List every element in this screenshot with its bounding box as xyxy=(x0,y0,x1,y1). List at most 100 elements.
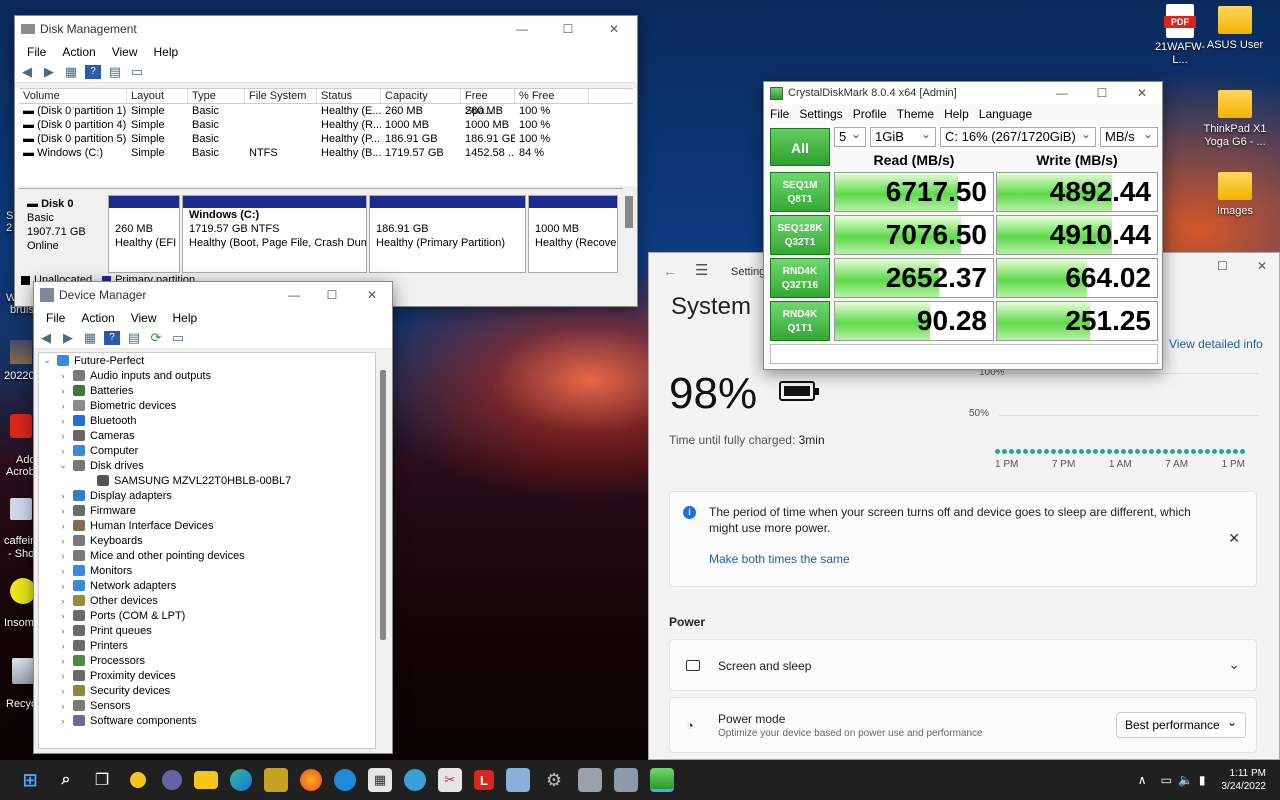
tree-root[interactable]: ⌄ Future-Perfect xyxy=(39,353,375,368)
desktop-icon-pdf[interactable]: PDF 21WAFW-L... xyxy=(1150,4,1210,67)
maximize-button[interactable]: ☐ xyxy=(1217,259,1228,273)
help-icon[interactable]: ? xyxy=(104,330,120,345)
test-button[interactable]: SEQ1M Q8T1 xyxy=(770,172,830,212)
column-capacity[interactable]: Capacity xyxy=(381,89,461,103)
column-percent-free[interactable]: % Free xyxy=(515,89,589,103)
recycle-bin-icon[interactable] xyxy=(12,658,34,684)
menu-view[interactable]: View xyxy=(104,45,146,59)
disk-management-window[interactable]: Disk Management — ☐ ✕ File Action View Hel… xyxy=(14,15,638,307)
firefox-icon[interactable] xyxy=(300,769,322,791)
test-button[interactable]: RND4K Q1T1 xyxy=(770,301,830,341)
chevron-right-icon[interactable]: › xyxy=(57,671,69,681)
chevron-right-icon[interactable]: › xyxy=(57,686,69,696)
chevron-right-icon[interactable]: › xyxy=(57,596,69,606)
maximize-button[interactable]: ☐ xyxy=(1082,82,1122,104)
tree-category[interactable]: › Printers xyxy=(39,638,375,653)
tree-category[interactable]: › Sensors xyxy=(39,698,375,713)
widgets-icon[interactable] xyxy=(126,768,150,792)
tree-category[interactable]: › Proximity devices xyxy=(39,668,375,683)
close-button[interactable]: ✕ xyxy=(1257,259,1267,273)
tree-category[interactable]: › Batteries xyxy=(39,383,375,398)
volume-row[interactable]: ▬ Windows (C:) Simple Basic NTFS Healthy… xyxy=(19,146,633,160)
size-select[interactable]: 1GiB xyxy=(870,125,936,147)
desktop-icon-asus-user[interactable]: ASUS User xyxy=(1205,6,1265,52)
minimize-button[interactable]: — xyxy=(276,282,312,308)
test-button[interactable]: RND4K Q32T16 xyxy=(770,258,830,298)
menu-settings[interactable]: Settings xyxy=(794,107,847,121)
tree-category[interactable]: › Firmware xyxy=(39,503,375,518)
properties-icon[interactable]: ▦ xyxy=(82,330,98,345)
game-app-icon[interactable] xyxy=(264,768,288,792)
battery-tray-icon[interactable]: ▮ xyxy=(1199,773,1206,787)
clock[interactable]: 1:11 PM 3/24/2022 xyxy=(1222,767,1267,793)
forward-arrow-icon[interactable]: ▶ xyxy=(41,64,57,79)
list-view-icon[interactable]: ▤ xyxy=(126,330,142,345)
volume-muted-icon[interactable]: 🔈 xyxy=(1178,773,1193,787)
hamburger-menu-icon[interactable]: ☰ xyxy=(695,261,708,279)
help-icon[interactable]: ? xyxy=(85,64,101,79)
minimize-button[interactable]: — xyxy=(499,16,545,42)
list-view-icon[interactable]: ▤ xyxy=(107,64,123,79)
chevron-right-icon[interactable]: › xyxy=(57,416,69,426)
column-type[interactable]: Type xyxy=(188,89,245,103)
file-explorer-icon[interactable] xyxy=(194,771,218,789)
menu-help[interactable]: Help xyxy=(939,107,974,121)
desktop-thumbnail-icon[interactable] xyxy=(10,340,32,364)
tree-category[interactable]: › Software components xyxy=(39,713,375,728)
close-icon[interactable]: ✕ xyxy=(1228,530,1240,547)
properties-icon[interactable]: ▦ xyxy=(63,64,79,79)
count-select[interactable]: 5 xyxy=(834,125,866,147)
tree-category[interactable]: › Processors xyxy=(39,653,375,668)
screen-and-sleep-row[interactable]: Screen and sleep ⌄ xyxy=(669,639,1257,691)
tree-category[interactable]: › Monitors xyxy=(39,563,375,578)
menu-action[interactable]: Action xyxy=(73,311,122,325)
chevron-right-icon[interactable]: › xyxy=(57,491,69,501)
partition-recovery[interactable]: 1000 MB Healthy (Recovery xyxy=(528,195,618,273)
chevron-right-icon[interactable]: › xyxy=(57,701,69,711)
column-file-system[interactable]: File System xyxy=(245,89,317,103)
menu-action[interactable]: Action xyxy=(54,45,103,59)
teams-chat-icon[interactable] xyxy=(162,770,182,790)
vertical-scrollbar[interactable] xyxy=(380,370,386,640)
close-button[interactable]: ✕ xyxy=(1122,82,1162,104)
chevron-right-icon[interactable]: › xyxy=(57,536,69,546)
close-button[interactable]: ✕ xyxy=(352,282,392,308)
chevron-right-icon[interactable]: › xyxy=(57,506,69,516)
tree-category[interactable]: ⌄ Disk drives xyxy=(39,458,375,473)
make-times-same-link[interactable]: Make both times the same xyxy=(709,552,850,566)
update-driver-icon[interactable]: ⟳ xyxy=(148,330,164,345)
crystaldiskmark-taskbar-icon[interactable] xyxy=(650,768,674,792)
tree-category[interactable]: › Bluetooth xyxy=(39,413,375,428)
chevron-right-icon[interactable]: › xyxy=(57,656,69,666)
forward-arrow-icon[interactable]: ▶ xyxy=(60,330,76,345)
power-mode-dropdown[interactable]: Best performance ⌄ xyxy=(1116,712,1246,738)
chevron-right-icon[interactable]: › xyxy=(57,581,69,591)
column-free-space[interactable]: Free Spa... xyxy=(461,89,515,117)
device-manager-window[interactable]: Device Manager — ☐ ✕ File Action View Help… xyxy=(33,281,393,754)
chevron-right-icon[interactable]: › xyxy=(57,626,69,636)
menu-theme[interactable]: Theme xyxy=(892,107,939,121)
maximize-button[interactable]: ☐ xyxy=(312,282,352,308)
monitor-icon[interactable]: ▭ xyxy=(170,330,186,345)
menu-help[interactable]: Help xyxy=(146,45,187,59)
test-button[interactable]: SEQ128K Q32T1 xyxy=(770,215,830,255)
chevron-right-icon[interactable]: › xyxy=(57,371,69,381)
tree-category[interactable]: › Keyboards xyxy=(39,533,375,548)
chevron-down-icon[interactable]: ⌄ xyxy=(57,460,69,471)
column-volume[interactable]: Volume xyxy=(19,89,127,103)
partition-primary[interactable]: 186.91 GB Healthy (Primary Partition) xyxy=(369,195,526,273)
tree-category[interactable]: › Network adapters xyxy=(39,578,375,593)
column-layout[interactable]: Layout xyxy=(127,89,188,103)
back-arrow-icon[interactable]: ◀ xyxy=(38,330,54,345)
close-button[interactable]: ✕ xyxy=(591,16,637,42)
tree-device-item[interactable]: SAMSUNG MZVL22T0HBLB-00BL7 xyxy=(39,473,375,488)
snipping-tool-icon[interactable]: ✂ xyxy=(438,768,462,792)
task-view-icon[interactable]: ❐ xyxy=(90,768,114,792)
menu-profile[interactable]: Profile xyxy=(848,107,892,121)
tree-category[interactable]: › Biometric devices xyxy=(39,398,375,413)
volume-row[interactable]: ▬ (Disk 0 partition 4) Simple Basic Heal… xyxy=(19,118,633,132)
tree-category[interactable]: › Other devices xyxy=(39,593,375,608)
disk-0-label[interactable]: ▬ Disk 0 Basic 1907.71 GB Online xyxy=(19,189,107,275)
store-icon[interactable]: ▦ xyxy=(368,768,392,792)
chevron-right-icon[interactable]: › xyxy=(57,431,69,441)
